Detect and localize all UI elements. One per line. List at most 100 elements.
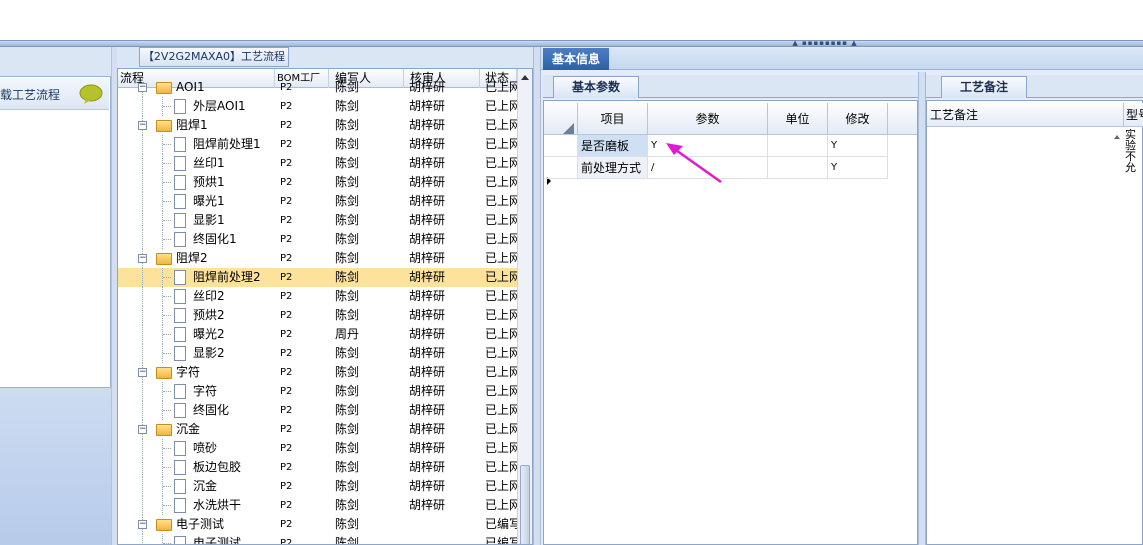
tree-cell-status: 已上网 xyxy=(485,175,517,189)
tree-row[interactable]: 水洗烘干 P2 陈剑 胡梓研 已上网 xyxy=(118,496,517,515)
tree-row[interactable]: 预烘2 P2 陈剑 胡梓研 已上网 xyxy=(118,306,517,325)
tree-line xyxy=(142,211,143,230)
tree-cell-author: 陈剑 xyxy=(335,498,360,512)
tree-cell-reviewer: 胡梓研 xyxy=(409,137,446,151)
notes-grid[interactable]: 工艺备注 型号 实验 不允 xyxy=(926,100,1143,545)
middle-splitter[interactable] xyxy=(533,47,541,545)
tree-cell-status: 已上网 xyxy=(485,99,517,113)
row-indicator[interactable] xyxy=(544,135,578,185)
param-unit-cell[interactable] xyxy=(768,135,828,157)
param-item-cell[interactable]: 是否磨板 xyxy=(578,135,648,157)
document-icon xyxy=(174,194,186,209)
collapse-icon[interactable]: − xyxy=(138,121,147,130)
collapse-icon[interactable]: − xyxy=(138,368,147,377)
tree-cell-bom: P2 xyxy=(280,253,293,264)
tree-row[interactable]: 预烘1 P2 陈剑 胡梓研 已上网 xyxy=(118,173,517,192)
param-modify-cell[interactable]: Y xyxy=(828,135,888,157)
tree-cell-status: 已上网 xyxy=(485,232,517,246)
tree-row[interactable]: − 阻焊2 P2 陈剑 胡梓研 已上网 xyxy=(118,249,517,268)
tree-row[interactable]: − 阻焊1 P2 陈剑 胡梓研 已上网 xyxy=(118,116,517,135)
tree-row[interactable]: 曝光1 P2 陈剑 胡梓研 已上网 xyxy=(118,192,517,211)
collapse-icon[interactable]: − xyxy=(138,254,147,263)
tree-cell-reviewer: 胡梓研 xyxy=(409,270,446,284)
scroll-thumb[interactable] xyxy=(520,465,530,544)
tree-line xyxy=(163,315,171,316)
param-unit-cell[interactable] xyxy=(768,157,828,179)
document-icon xyxy=(174,308,186,323)
tree-cell-author: 陈剑 xyxy=(335,460,360,474)
collapse-icon[interactable]: − xyxy=(138,520,147,529)
tree-cell-author: 陈剑 xyxy=(335,441,360,455)
tree-row[interactable]: 沉金 P2 陈剑 胡梓研 已上网 xyxy=(118,477,517,496)
tree-line xyxy=(142,458,143,477)
process-tree-grid[interactable]: 流程 BOM工厂 编写人 核审人 状态 −AOI1P2陈剑胡梓研已上网外层AOI… xyxy=(117,68,533,545)
nav-panel xyxy=(0,76,111,388)
collapse-icon[interactable]: − xyxy=(138,425,147,434)
column-header-model[interactable]: 型号 xyxy=(1124,103,1143,127)
param-modify-cell[interactable]: Y xyxy=(828,157,888,179)
tab-basic-params[interactable]: 基本参数 xyxy=(553,76,639,98)
scroll-up-arrow-icon[interactable] xyxy=(521,75,529,80)
tree-node-label: 阻焊1 xyxy=(176,118,208,132)
tree-cell-status: 已编写 xyxy=(485,536,517,545)
tree-row[interactable]: 终固化 P2 陈剑 胡梓研 已上网 xyxy=(118,401,517,420)
tree-row[interactable]: − 沉金 P2 陈剑 胡梓研 已上网 xyxy=(118,420,517,439)
tree-row[interactable]: 字符 P2 陈剑 胡梓研 已上网 xyxy=(118,382,517,401)
document-icon xyxy=(174,498,186,513)
tree-row[interactable]: 阻焊前处理1 P2 陈剑 胡梓研 已上网 xyxy=(118,135,517,154)
tree-row[interactable]: 丝印2 P2 陈剑 胡梓研 已上网 xyxy=(118,287,517,306)
tree-row[interactable]: − AOI1 P2 陈剑 胡梓研 已上网 xyxy=(118,78,517,97)
column-header-unit[interactable]: 单位 xyxy=(768,103,828,135)
tree-cell-bom: P2 xyxy=(280,82,293,93)
tree-node-label: 字符 xyxy=(193,384,218,398)
tree-cell-bom: P2 xyxy=(280,538,293,545)
annotation-arrow-icon xyxy=(666,143,722,184)
splitter-grip-icon[interactable]: ▲ ▪▪▪▪▪▪▪▪ ▲ xyxy=(790,40,860,47)
tree-row[interactable]: 喷砂 P2 陈剑 胡梓研 已上网 xyxy=(118,439,517,458)
column-header-modify[interactable]: 修改 xyxy=(828,103,888,135)
tree-row[interactable]: 显影2 P2 陈剑 胡梓研 已上网 xyxy=(118,344,517,363)
tree-row[interactable]: − 电子测试 P2 陈剑 已编写 xyxy=(118,515,517,534)
tree-cell-author: 陈剑 xyxy=(335,270,360,284)
nav-lower-area xyxy=(0,388,111,545)
tree-row[interactable]: 显影1 P2 陈剑 胡梓研 已上网 xyxy=(118,211,517,230)
document-icon xyxy=(174,346,186,361)
column-header-param[interactable]: 参数 xyxy=(648,103,768,135)
param-item-cell[interactable]: 前处理方式 xyxy=(578,157,648,179)
tree-row[interactable]: 阻焊前处理2 P2 陈剑 胡梓研 已上网 xyxy=(118,268,517,287)
tree-row[interactable]: 终固化1 P2 陈剑 胡梓研 已上网 xyxy=(118,230,517,249)
tree-cell-reviewer: 胡梓研 xyxy=(409,175,446,189)
tree-cell-reviewer: 胡梓研 xyxy=(409,498,446,512)
column-header-notes[interactable]: 工艺备注 xyxy=(927,103,1124,127)
nav-item-label: 载工艺流程 xyxy=(0,88,61,102)
horizontal-splitter[interactable] xyxy=(0,40,1143,47)
document-icon xyxy=(174,479,186,494)
tree-line xyxy=(163,334,171,335)
tab-basic-info[interactable]: 基本信息 xyxy=(543,48,609,70)
collapse-icon[interactable]: − xyxy=(138,83,147,92)
tree-cell-bom: P2 xyxy=(280,177,293,188)
tree-row[interactable]: 板边包胶 P2 陈剑 胡梓研 已上网 xyxy=(118,458,517,477)
speech-bubble-icon xyxy=(79,84,103,104)
tree-row[interactable]: 外层AOI1 P2 陈剑 胡梓研 已上网 xyxy=(118,97,517,116)
right-splitter[interactable] xyxy=(918,72,926,545)
tree-node-label: 水洗烘干 xyxy=(193,498,242,512)
grid-corner[interactable] xyxy=(544,103,578,135)
tree-cell-author: 陈剑 xyxy=(335,365,360,379)
tree-row[interactable]: 电子测试 P2 陈剑 已编写 xyxy=(118,534,517,545)
tree-row[interactable]: − 字符 P2 陈剑 胡梓研 已上网 xyxy=(118,363,517,382)
column-header-item[interactable]: 项目 xyxy=(578,103,648,135)
row-indicator[interactable] xyxy=(544,157,578,179)
tree-cell-status: 已上网 xyxy=(485,327,517,341)
tab-process-notes[interactable]: 工艺备注 xyxy=(941,76,1027,98)
scroll-up-arrow-icon[interactable] xyxy=(1114,135,1120,139)
tree-row[interactable]: 丝印1 P2 陈剑 胡梓研 已上网 xyxy=(118,154,517,173)
tree-cell-reviewer: 胡梓研 xyxy=(409,384,446,398)
tree-node-label: 阻焊前处理1 xyxy=(193,137,261,151)
tree-node-label: 阻焊2 xyxy=(176,251,208,265)
tree-node-label: 电子测试 xyxy=(193,536,242,545)
tree-scrollbar[interactable] xyxy=(517,69,532,544)
tree-row[interactable]: 曝光2 P2 周丹 胡梓研 已上网 xyxy=(118,325,517,344)
document-icon xyxy=(174,384,186,399)
params-grid[interactable]: 项目 参数 单位 修改 是否磨板 Y Y 前处理方式 / Y xyxy=(543,100,918,545)
